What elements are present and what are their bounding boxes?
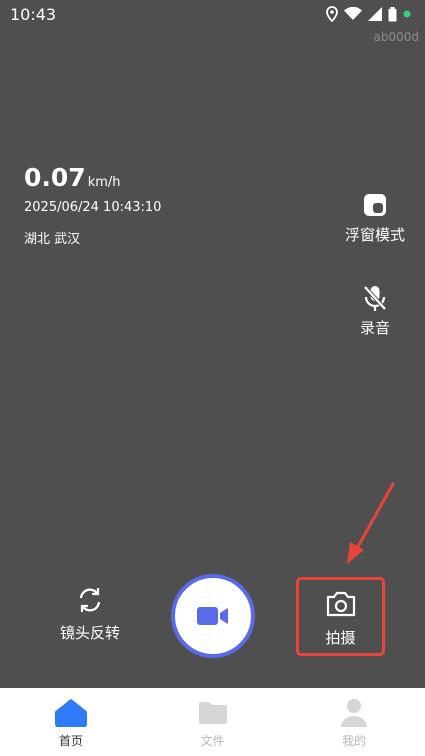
tab-home-label: 首页 [58, 734, 83, 748]
tab-home[interactable]: 首页 [0, 688, 142, 756]
tab-files-label: 文件 [200, 734, 225, 748]
user-icon [340, 698, 368, 728]
bottom-tab-bar: 首页 文件 我的 [0, 688, 425, 756]
tab-profile[interactable]: 我的 [283, 688, 425, 756]
home-icon [54, 698, 87, 728]
tab-profile-label: 我的 [342, 734, 367, 748]
tab-files[interactable]: 文件 [142, 688, 284, 756]
annotation-arrow [347, 482, 395, 564]
folder-icon [197, 698, 229, 728]
